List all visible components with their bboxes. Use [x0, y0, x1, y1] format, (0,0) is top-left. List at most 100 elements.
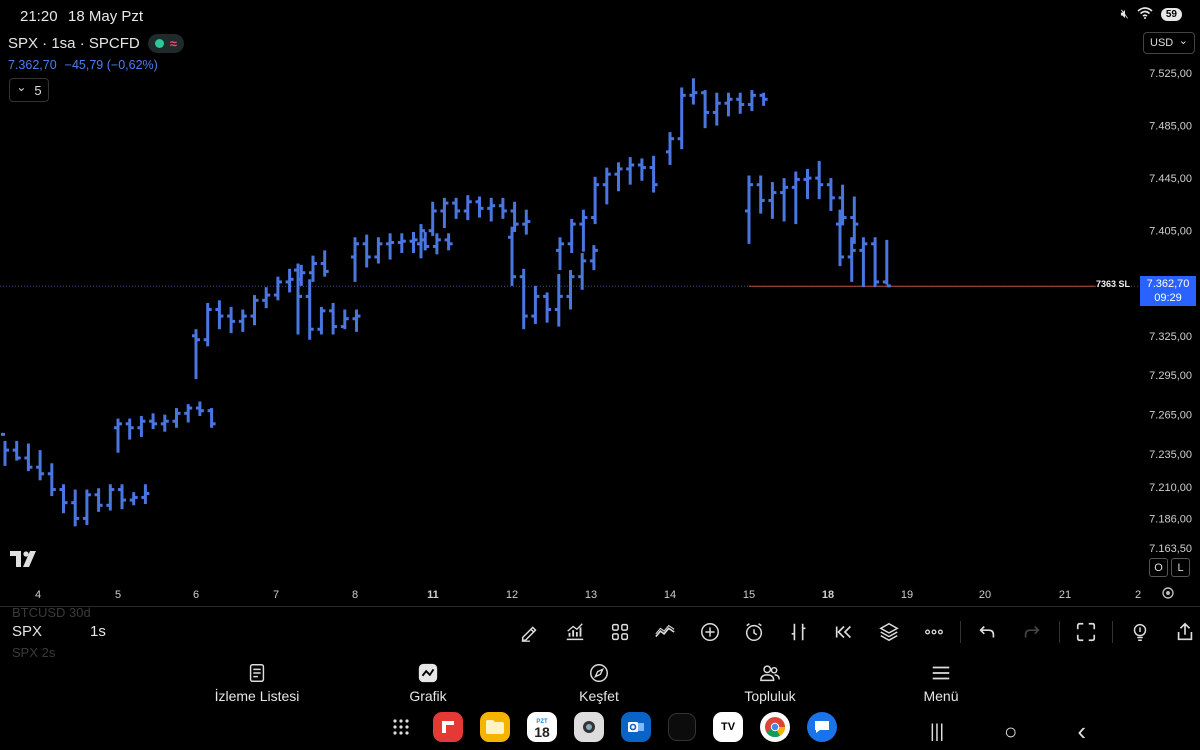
- back-button[interactable]: ‹: [1077, 716, 1086, 747]
- ohlc-bar: [531, 285, 540, 324]
- price-axis[interactable]: 7.525,00 7.485,00 7.445,00 7.405,00 7.325,00…: [1149, 68, 1192, 555]
- ohlc-bar: [160, 414, 169, 432]
- wifi-icon: [1137, 6, 1153, 22]
- time-axis-label: 6: [193, 589, 199, 601]
- ohlc-bar: [756, 175, 765, 214]
- time-axis-label: 8: [352, 589, 358, 601]
- ohlc-bar: [745, 175, 753, 244]
- nav-watchlist[interactable]: İzleme Listesi: [187, 660, 327, 704]
- ohlc-bar: [701, 90, 710, 129]
- axis-settings-icon[interactable]: [1161, 586, 1175, 603]
- symbol-picker-symbol[interactable]: SPX: [12, 623, 42, 640]
- recents-button[interactable]: |||: [930, 721, 944, 742]
- symbol-picker-ghost-bottom: SPX 2s: [12, 645, 56, 660]
- price-axis-label: 7.405,00: [1149, 226, 1192, 238]
- ohlc-bar: [487, 197, 496, 222]
- ideas-button[interactable]: [1117, 618, 1162, 646]
- chrome-app-icon[interactable]: [760, 712, 790, 742]
- ohlc-bar: [149, 413, 158, 430]
- stop-level-label[interactable]: 7363 SL: [1096, 279, 1130, 289]
- ohlc-bar: [36, 450, 45, 481]
- ohlc-bar: [882, 239, 891, 288]
- redo-icon: [1024, 625, 1040, 638]
- indicators-button[interactable]: [553, 618, 598, 646]
- time-axis-label: 21: [1059, 589, 1071, 601]
- idea-icon: [1133, 623, 1146, 641]
- outlook-app-icon[interactable]: [621, 712, 651, 742]
- system-navigation: ||| ○ ‹: [930, 716, 1086, 747]
- layout-icon: [611, 623, 629, 641]
- wave-icon: ≈: [169, 36, 177, 51]
- ohlc-bar: [203, 302, 212, 347]
- time-axis[interactable]: 4 5 6 7 8 11 12 13 14 15 18 19 20 21 2: [35, 589, 1141, 601]
- tradingview-app-icon[interactable]: TV: [713, 712, 743, 742]
- ohlc-bar: [118, 484, 126, 510]
- time-axis-label: 15: [743, 589, 755, 601]
- symbol-header[interactable]: SPX · 1sa · SPCFD ≈: [8, 34, 184, 53]
- ohlc-bar: [736, 92, 745, 114]
- ohlc-bar: [475, 196, 484, 218]
- ohlc-bar: [137, 415, 146, 437]
- auto-scale-o-button[interactable]: O: [1149, 558, 1168, 577]
- alert-button[interactable]: [732, 618, 777, 646]
- toolbar-separator: [1112, 621, 1114, 643]
- camera-app-icon[interactable]: [574, 712, 604, 742]
- ohlc-bar: [666, 132, 674, 165]
- ohlc-bar: [803, 168, 812, 200]
- layers-icon: [879, 622, 899, 642]
- rewind-button[interactable]: [822, 618, 867, 646]
- ohlc-bar: [579, 209, 588, 252]
- symbol-picker-interval[interactable]: 1s: [90, 623, 106, 640]
- ohlc-bar: [215, 300, 224, 330]
- ohlc-bar: [747, 90, 756, 112]
- bar-replay-button[interactable]: [777, 618, 822, 646]
- currency-select[interactable]: USD ⌄: [1143, 32, 1195, 54]
- ohlc-bar: [522, 209, 531, 235]
- ohlc-bar: [317, 306, 326, 335]
- app-drawer-icon[interactable]: [386, 712, 416, 742]
- symbol-title[interactable]: SPX · 1sa · SPCFD: [8, 35, 140, 52]
- calendar-app-icon[interactable]: PZT 18: [527, 712, 557, 742]
- market-status-pill[interactable]: ≈: [147, 34, 184, 53]
- market-open-icon: [154, 39, 164, 48]
- ohlc-bar: [432, 233, 441, 255]
- draw-button[interactable]: [508, 618, 553, 646]
- price-chart[interactable]: 7.525,00 7.485,00 7.445,00 7.405,00 7.325,00…: [0, 60, 1200, 605]
- price-axis-label: 7.210,00: [1149, 482, 1192, 494]
- add-button[interactable]: [687, 618, 732, 646]
- ohlc-bar: [273, 276, 282, 301]
- messages-app-icon[interactable]: [807, 712, 837, 742]
- add-icon: [700, 623, 719, 641]
- fullscreen-button[interactable]: [1064, 618, 1109, 646]
- chart-toolbar: [508, 618, 1200, 646]
- ohlc-bar: [141, 484, 150, 504]
- symbol-picker-ghost-top: BTCUSD 30d: [12, 605, 91, 620]
- layout-button[interactable]: [598, 618, 643, 646]
- files-app-icon[interactable]: [480, 712, 510, 742]
- ohlc-bar: [262, 287, 271, 309]
- nav-community[interactable]: Topluluk: [700, 660, 840, 704]
- ohlc-bar: [759, 92, 768, 106]
- redo-button[interactable]: [1010, 618, 1055, 646]
- undo-button[interactable]: [965, 618, 1010, 646]
- flipboard-app-icon[interactable]: [433, 712, 463, 742]
- price-axis-label: 7.163,50: [1149, 543, 1192, 555]
- compare-button[interactable]: [642, 618, 687, 646]
- share-button[interactable]: [1162, 618, 1200, 646]
- more-button[interactable]: [911, 618, 956, 646]
- nav-explore[interactable]: Keşfet: [529, 660, 669, 704]
- nav-chart[interactable]: Grafik: [358, 660, 498, 704]
- toolbar-separator: [959, 621, 961, 643]
- log-scale-button[interactable]: L: [1171, 558, 1190, 577]
- divider-icon: [668, 713, 696, 741]
- ohlc-bar: [637, 158, 646, 181]
- fullscreen-icon: [1076, 622, 1096, 642]
- layers-button[interactable]: [866, 618, 911, 646]
- home-button[interactable]: ○: [1004, 719, 1017, 745]
- nav-menu[interactable]: Menü: [871, 660, 1011, 704]
- time-axis-label: 5: [115, 589, 121, 601]
- ohlc-bar: [850, 196, 859, 244]
- rewind-icon: [835, 625, 851, 639]
- ohlc-bar: [567, 218, 576, 254]
- ohlc-bar: [791, 171, 800, 225]
